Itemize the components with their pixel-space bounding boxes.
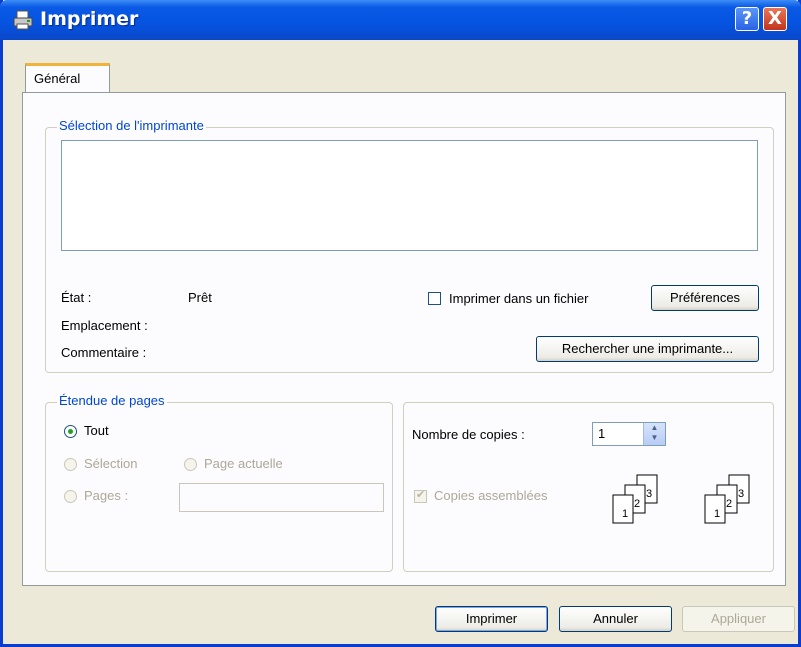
collate-page-label: 3 xyxy=(646,488,652,500)
copies-spinner[interactable]: ▲ ▼ xyxy=(643,423,665,445)
spin-down-icon[interactable]: ▼ xyxy=(644,433,665,443)
window-title: Imprimer xyxy=(40,8,139,30)
collate-label[interactable]: Copies assemblées xyxy=(434,488,547,503)
printer-icon xyxy=(13,10,33,30)
collate-page-label: 2 xyxy=(726,498,732,510)
spin-up-icon[interactable]: ▲ xyxy=(644,423,665,433)
collate-page-label: 1 xyxy=(714,508,720,520)
print-to-file-label[interactable]: Imprimer dans un fichier xyxy=(449,291,588,306)
close-icon[interactable]: X xyxy=(763,7,787,31)
title-bar[interactable]: Imprimer ? X xyxy=(0,0,801,40)
range-all-radio[interactable] xyxy=(64,425,77,438)
range-pages-radio[interactable] xyxy=(64,490,77,503)
location-label: Emplacement : xyxy=(61,318,148,333)
range-selection-label[interactable]: Sélection xyxy=(84,456,137,471)
range-current-page-radio[interactable] xyxy=(184,458,197,471)
printer-selection-legend: Sélection de l'imprimante xyxy=(57,118,206,133)
cancel-button[interactable]: Annuler xyxy=(559,606,672,632)
range-selection-radio[interactable] xyxy=(64,458,77,471)
collate-page-label: 2 xyxy=(634,498,640,510)
range-all-label[interactable]: Tout xyxy=(84,423,109,438)
printer-list[interactable] xyxy=(61,140,758,251)
status-value: Prêt xyxy=(188,290,212,305)
collated-pages-icon: 3 2 1 3 2 1 xyxy=(612,474,750,524)
range-current-page-label[interactable]: Page actuelle xyxy=(204,456,283,471)
copies-count-label: Nombre de copies : xyxy=(412,427,525,442)
tab-general[interactable]: Général xyxy=(25,63,110,93)
page-range-legend: Étendue de pages xyxy=(57,393,167,408)
radio-selected-dot xyxy=(68,429,73,434)
collate-checkbox[interactable]: ✔ xyxy=(414,489,427,503)
collate-page-label: 3 xyxy=(738,488,744,500)
check-mark-icon: ✔ xyxy=(416,489,426,501)
collate-page-label: 1 xyxy=(622,508,628,520)
apply-button[interactable]: Appliquer xyxy=(682,606,795,632)
status-label: État : xyxy=(61,290,92,305)
preferences-button[interactable]: Préférences xyxy=(651,285,759,311)
range-pages-label[interactable]: Pages : xyxy=(84,488,128,503)
print-to-file-checkbox[interactable] xyxy=(428,292,441,305)
print-button[interactable]: Imprimer xyxy=(435,606,548,632)
find-printer-button[interactable]: Rechercher une imprimante... xyxy=(536,336,759,362)
comment-label: Commentaire : xyxy=(61,345,147,360)
copies-count-value: 1 xyxy=(598,426,606,441)
pages-input[interactable] xyxy=(179,483,384,512)
help-icon[interactable]: ? xyxy=(735,7,759,31)
